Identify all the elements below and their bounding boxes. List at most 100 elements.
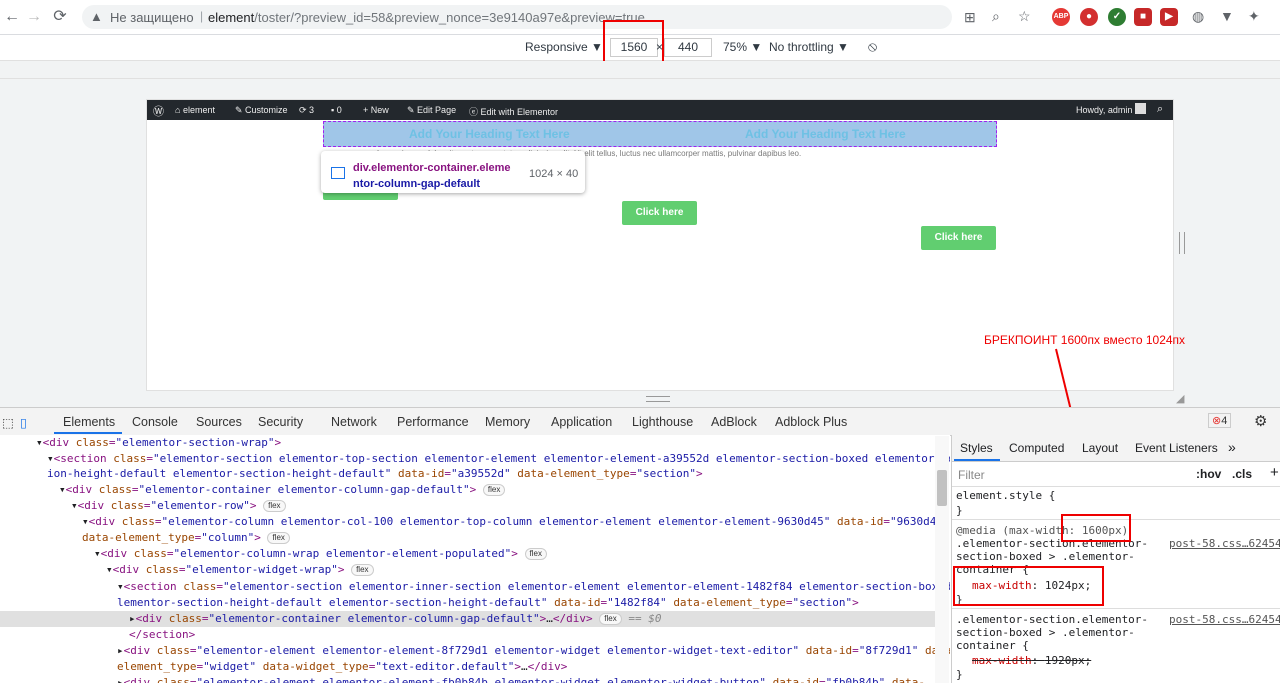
extension-red-icon[interactable]: ■ <box>1134 8 1152 26</box>
resize-handle-bottom[interactable] <box>646 396 670 402</box>
height-input[interactable]: 440 <box>664 38 712 57</box>
adblock-icon[interactable]: ● <box>1080 8 1098 26</box>
filter-input[interactable]: Filter <box>958 468 985 482</box>
rule2-selector-a[interactable]: .elementor-section.elementor- <box>956 613 1148 626</box>
elements-scrollbar-thumb[interactable] <box>937 470 947 506</box>
adblock-plus-icon[interactable]: ABP <box>1052 8 1070 26</box>
wp-edit-page-link[interactable]: ✎ Edit Page <box>407 105 456 116</box>
wp-howdy[interactable]: Howdy, admin <box>1076 105 1132 115</box>
globe-icon[interactable]: ◍ <box>1192 8 1204 25</box>
more-tabs[interactable]: » <box>1228 439 1236 455</box>
inspect-icon[interactable]: ⬚ <box>2 415 14 430</box>
wp-new-link[interactable]: + New <box>363 105 389 115</box>
video-icon[interactable]: ▶ <box>1160 8 1178 26</box>
settings-gear-icon[interactable]: ⚙ <box>1254 412 1267 430</box>
tab-layout[interactable]: Layout <box>1082 441 1118 455</box>
dom-node[interactable]: ▸<div class="elementor-element elementor… <box>117 643 950 659</box>
wp-site-link[interactable]: ⌂ element <box>175 105 215 115</box>
extensions-icon[interactable]: ✦ <box>1248 8 1260 25</box>
dom-node[interactable]: ▾<div class="elementor-row"> flex <box>71 498 286 514</box>
cls-button[interactable]: .cls <box>1232 467 1252 481</box>
click-here-button-right[interactable]: Click here <box>921 226 996 250</box>
rule2-source-link[interactable]: post-58.css…624547 <box>1169 613 1280 626</box>
tab-sources[interactable]: Sources <box>196 415 242 429</box>
tab-console[interactable]: Console <box>132 415 178 429</box>
tooltip-selector-part1: div.elementor-container.eleme <box>353 162 511 174</box>
flex-badge[interactable]: flex <box>351 564 374 576</box>
tab-network[interactable]: Network <box>331 415 377 429</box>
rule2-prop-name[interactable]: max-width <box>972 654 1032 667</box>
add-rule-button[interactable]: + <box>1270 464 1279 481</box>
dom-node[interactable]: ▾<div class="elementor-column elementor-… <box>82 514 950 530</box>
tab-elements[interactable]: Elements <box>63 415 115 429</box>
click-here-button-center[interactable]: Click here <box>622 201 697 225</box>
tab-security[interactable]: Security <box>258 415 303 429</box>
wp-customize-link[interactable]: ✎ Customize <box>235 105 288 116</box>
dom-node-selected[interactable]: ▸<div class="elementor-container element… <box>129 611 661 627</box>
error-counter[interactable]: ⊗4 <box>1208 413 1232 428</box>
rule2-selector-b[interactable]: section-boxed > .elementor- <box>956 626 1135 639</box>
flex-badge[interactable]: flex <box>524 548 547 560</box>
reload-icon[interactable]: ⟳ <box>50 7 70 27</box>
back-icon[interactable]: ← <box>2 7 22 27</box>
dom-node[interactable]: ▾<div class="elementor-section-wrap"> <box>36 435 281 451</box>
wp-edit-page-label: Edit Page <box>417 105 457 115</box>
tab-lighthouse[interactable]: Lighthouse <box>632 415 693 429</box>
throttle-select[interactable]: No throttling ▼ <box>769 40 849 54</box>
tooltip-selector: div.elementor-container.eleme ntor-column… <box>353 160 523 192</box>
warning-icon: ▲ <box>90 9 103 24</box>
rule2-prop-value[interactable]: 1920px; <box>1045 654 1091 667</box>
vpn-icon[interactable]: ▼ <box>1220 8 1234 24</box>
tab-computed[interactable]: Computed <box>1009 441 1064 455</box>
wp-comments-count: 0 <box>336 105 342 115</box>
tab-event-listeners[interactable]: Event Listeners <box>1135 441 1218 455</box>
rule2-selector-c[interactable]: container { <box>956 639 1029 652</box>
element-style-rule[interactable]: element.style { <box>956 489 1055 502</box>
hov-button[interactable]: :hov <box>1196 467 1221 481</box>
element-box-icon <box>331 167 345 179</box>
shield-icon[interactable]: ✓ <box>1108 8 1126 26</box>
active-tab-indicator <box>54 432 122 434</box>
flex-badge[interactable]: flex <box>263 500 286 512</box>
resize-corner-icon[interactable]: ◢ <box>1176 392 1184 405</box>
rule1-selector-b[interactable]: section-boxed > .elementor- <box>956 550 1135 563</box>
tab-adblock[interactable]: AdBlock <box>711 415 757 429</box>
device-toggle-icon[interactable]: ▯ <box>20 415 27 430</box>
resize-handle-right[interactable] <box>1179 232 1185 254</box>
dom-node[interactable]: ▸<div class="elementor-element elementor… <box>117 675 925 683</box>
dom-node-close[interactable]: </section> <box>129 627 195 643</box>
heading-right: Add Your Heading Text Here <box>745 127 906 141</box>
url-host: element <box>208 10 255 25</box>
tab-application[interactable]: Application <box>551 415 612 429</box>
rule1-source-link[interactable]: post-58.css…624547 <box>1169 537 1280 550</box>
zoom-select[interactable]: 75% ▼ <box>723 40 762 54</box>
dom-node[interactable]: ▾<div class="elementor-widget-wrap"> fle… <box>106 562 374 578</box>
wordpress-icon[interactable]: Ⓦ <box>153 103 164 119</box>
wp-comments-link[interactable]: ▪ 0 <box>331 105 342 115</box>
tab-styles[interactable]: Styles <box>960 441 993 455</box>
forward-icon[interactable]: → <box>24 7 44 27</box>
rule-divider <box>952 608 1280 609</box>
rule2-property[interactable]: max-width: 1920px; <box>972 654 1091 667</box>
flex-badge[interactable]: flex <box>482 484 506 496</box>
wp-updates-link[interactable]: ⟳ 3 <box>299 105 314 116</box>
dom-node[interactable]: ▾<div class="elementor-container element… <box>59 482 506 498</box>
translate-icon[interactable]: ⊞ <box>964 9 976 26</box>
rotate-icon[interactable]: ⦸ <box>868 38 877 55</box>
tab-memory[interactable]: Memory <box>485 415 530 429</box>
flex-badge[interactable]: flex <box>599 613 622 625</box>
rule-close: } <box>956 504 963 517</box>
dom-node[interactable]: ▾<section class="elementor-section eleme… <box>117 579 950 595</box>
responsive-select[interactable]: Responsive ▼ <box>525 40 603 54</box>
tab-adblock-plus[interactable]: Adblock Plus <box>775 415 847 429</box>
tab-performance[interactable]: Performance <box>397 415 469 429</box>
dom-node[interactable]: ▾<section class="elementor-section eleme… <box>47 451 950 467</box>
zoom-icon[interactable]: ⌕ <box>992 8 1000 25</box>
star-icon[interactable]: ☆ <box>1018 8 1031 25</box>
wp-site-label: element <box>182 105 215 115</box>
dom-node[interactable]: ▾<div class="elementor-column-wrap eleme… <box>94 546 547 562</box>
address-bar[interactable]: ▲ Не защищено | element/toster/?preview_… <box>82 5 1031 29</box>
wp-edit-elementor-link[interactable]: ⓔ Edit with Elementor <box>469 105 558 118</box>
search-icon[interactable]: ⌕ <box>1157 103 1163 116</box>
flex-badge[interactable]: flex <box>267 532 290 544</box>
